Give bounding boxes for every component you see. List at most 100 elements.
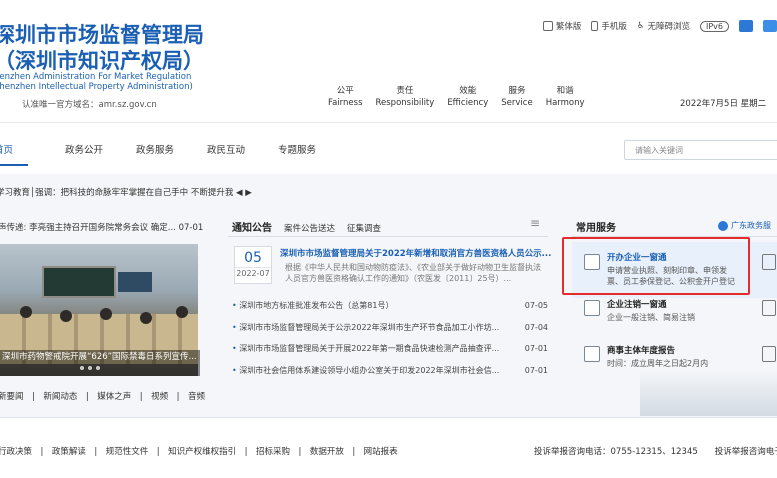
student-figure [100, 308, 112, 320]
more-menu-icon[interactable]: ≡ [530, 216, 540, 230]
headline-date: 07-01 [178, 223, 204, 233]
search-input[interactable]: 请输入关键词 [624, 140, 777, 160]
tab-case-announcements[interactable]: 案件公告送达 [284, 222, 335, 234]
mobile-phone-icon [591, 21, 599, 31]
carousel-dot[interactable] [80, 366, 84, 370]
value-en: Service [501, 98, 533, 108]
complaint-hotline: 投诉举报咨询电话：0755-12315、12345 投诉举报咨询电子信 [534, 447, 777, 457]
background-building-graphic [640, 370, 777, 416]
nav-government-services[interactable]: 政务服务 [136, 142, 207, 156]
value-cn: 和谐 [556, 86, 574, 96]
nav-interaction[interactable]: 政民互动 [207, 142, 278, 156]
traditional-icon [542, 21, 553, 31]
service-deregister-business[interactable]: 企业注销一窗通 [607, 298, 667, 310]
current-date: 2022年7月5日 星期二 [680, 99, 767, 109]
notice-date: 07-04 [524, 322, 548, 332]
list-item[interactable]: 深圳市社会信用体系建设领导小组办公室关于印发2022年深圳市社会信... 07-0… [232, 364, 548, 386]
accessibility-label: 无障碍浏览 [647, 22, 690, 32]
notice-tabs: 通知公告 案件公告送达 征集调查 [232, 219, 381, 234]
site-title[interactable]: 深圳市市场监督管理局 （深圳市知识产权局） [0, 22, 204, 74]
value-en: Efficiency [447, 98, 489, 108]
accessibility-link[interactable]: ♿ 无障碍浏览 [637, 20, 690, 32]
scrolling-ticker[interactable]: 学习教育│强调：把科技的命脉牢牢掌握在自己手中 不断提升我 ◀ ▶ [0, 186, 252, 198]
annual-report-icon [584, 346, 600, 362]
guangdong-logo-icon [718, 220, 728, 231]
service-deregister-desc: 企业一般注销、简易注销 [607, 313, 695, 322]
site-title-english-line2: Shenzhen Intellectual Property Administr… [0, 82, 193, 92]
carousel-dots [80, 366, 100, 370]
carousel-dot[interactable] [96, 366, 100, 370]
nav-special-services[interactable]: 专题服务 [278, 142, 349, 156]
notice-date: 07-01 [524, 365, 548, 375]
carousel-dot[interactable] [88, 366, 92, 370]
list-item[interactable]: 深圳市市场监督管理局关于公示2022年深圳市生产环节食品加工小作坊... 07-0… [232, 321, 548, 343]
document-icon[interactable] [762, 300, 776, 316]
core-values: 公平 Fairness 责任 Responsibility 效能 Efficiency… [328, 85, 585, 109]
mobile-label: 手机版 [601, 22, 627, 32]
document-search-icon[interactable] [762, 254, 776, 270]
footer-links[interactable]: 行政决策 | 政策解读 | 规范性文件 | 知识产权维权指引 | 招标采购 | … [0, 445, 398, 457]
featured-month: 2022-07 [235, 267, 271, 278]
nav-home[interactable]: 首页 [0, 142, 65, 156]
tab-surveys[interactable]: 征集调查 [347, 222, 381, 234]
ipv6-badge: IPv6 [699, 20, 729, 32]
carousel-caption[interactable]: 深圳市药物警戒院开展“626”国际禁毒日系列宣传... [0, 350, 200, 376]
classroom-screen [118, 272, 152, 292]
value-en: Responsibility [375, 98, 435, 108]
student-figure [60, 310, 72, 322]
value-responsibility: 责任 Responsibility [376, 85, 435, 109]
value-fairness: 公平 Fairness [328, 85, 363, 109]
notice-date: 07-05 [524, 301, 548, 310]
notice-title: 深圳市地方标准批准发布公告（总第81号） [232, 299, 512, 321]
accessibility-icon: ♿ [636, 21, 645, 31]
headline-text: 声传递: 李亮强主持召开国务院常务会议 确定... [0, 223, 176, 233]
value-cn: 责任 [396, 86, 414, 96]
value-cn: 效能 [459, 86, 477, 96]
nav-active-indicator [0, 164, 28, 166]
value-service: 服务 Service [501, 85, 532, 109]
app-icon[interactable] [739, 20, 753, 32]
service-annual-report-desc: 时间：成立周年之日起2月内 [607, 359, 709, 368]
common-services-heading: 常用服务 [576, 223, 616, 234]
notice-date: 07-01 [524, 344, 548, 353]
headline-link[interactable]: 声传递: 李亮强主持召开国务院常务会议 确定... 07-01 [0, 221, 203, 233]
featured-date-box: 05 2022-07 [234, 246, 272, 284]
main-nav: 首页 政务公开 政务服务 政民互动 专题服务 [0, 142, 349, 156]
tab-notices[interactable]: 通知公告 [232, 219, 272, 234]
site-title-english: henzhen Administration For Market Regula… [0, 72, 193, 92]
site-title-line2: （深圳市知识产权局） [0, 49, 204, 73]
nav-government-affairs[interactable]: 政务公开 [65, 142, 136, 156]
mobile-version-link[interactable]: 手机版 [591, 20, 627, 32]
red-highlight-box [562, 237, 750, 295]
divider [228, 236, 548, 237]
student-figure [20, 306, 32, 318]
divider [0, 417, 777, 418]
classroom-blackboard [42, 266, 116, 298]
service-annual-report[interactable]: 商事主体年度报告 [607, 344, 675, 356]
report-icon[interactable] [762, 346, 776, 362]
featured-notice-title[interactable]: 深圳市市场监督管理局关于2022年新增和取消官方兽医资格人员公示... [280, 247, 551, 259]
traditional-chinese-link[interactable]: 繁体版 [542, 20, 582, 32]
featured-notice-summary: 根据《中华人民共和国动物防疫法》、《农业部关于做好动物卫生监督执法人员官方兽医资… [285, 263, 541, 283]
value-en: Fairness [328, 98, 363, 108]
guangdong-services-link[interactable]: 广东政务服 [718, 220, 771, 231]
list-item[interactable]: 深圳市市场监督管理局关于开展2022年第一期食品快速检测产品抽查评... 07-0… [232, 342, 548, 364]
value-efficiency: 效能 Efficiency [447, 85, 488, 109]
notice-title: 深圳市市场监督管理局关于开展2022年第一期食品快速检测产品抽查评... [232, 342, 512, 364]
notice-list: 深圳市地方标准批准发布公告（总第81号） 07-05 深圳市市场监督管理局关于公示… [232, 299, 548, 385]
value-cn: 服务 [508, 86, 526, 96]
deregister-icon [584, 300, 600, 316]
site-title-line1: 深圳市市场监督管理局 [0, 23, 204, 47]
notice-title: 深圳市市场监督管理局关于公示2022年深圳市生产环节食品加工小作坊... [232, 321, 512, 343]
news-subtabs[interactable]: 新要闻 | 新闻动态 | 媒体之声 | 视频 | 音频 [0, 390, 205, 402]
site-title-english-line1: henzhen Administration For Market Regula… [0, 72, 192, 82]
student-figure [140, 312, 152, 324]
guangdong-label: 广东政务服 [731, 221, 771, 230]
student-figure [176, 306, 188, 318]
notice-title: 深圳市社会信用体系建设领导小组办公室关于印发2022年深圳市社会信... [232, 364, 512, 386]
list-item[interactable]: 深圳市地方标准批准发布公告（总第81号） 07-05 [232, 299, 548, 321]
value-harmony: 和谐 Harmony [546, 85, 585, 109]
wechat-icon[interactable] [763, 20, 777, 32]
value-en: Harmony [545, 98, 585, 108]
traditional-label: 繁体版 [555, 22, 582, 32]
